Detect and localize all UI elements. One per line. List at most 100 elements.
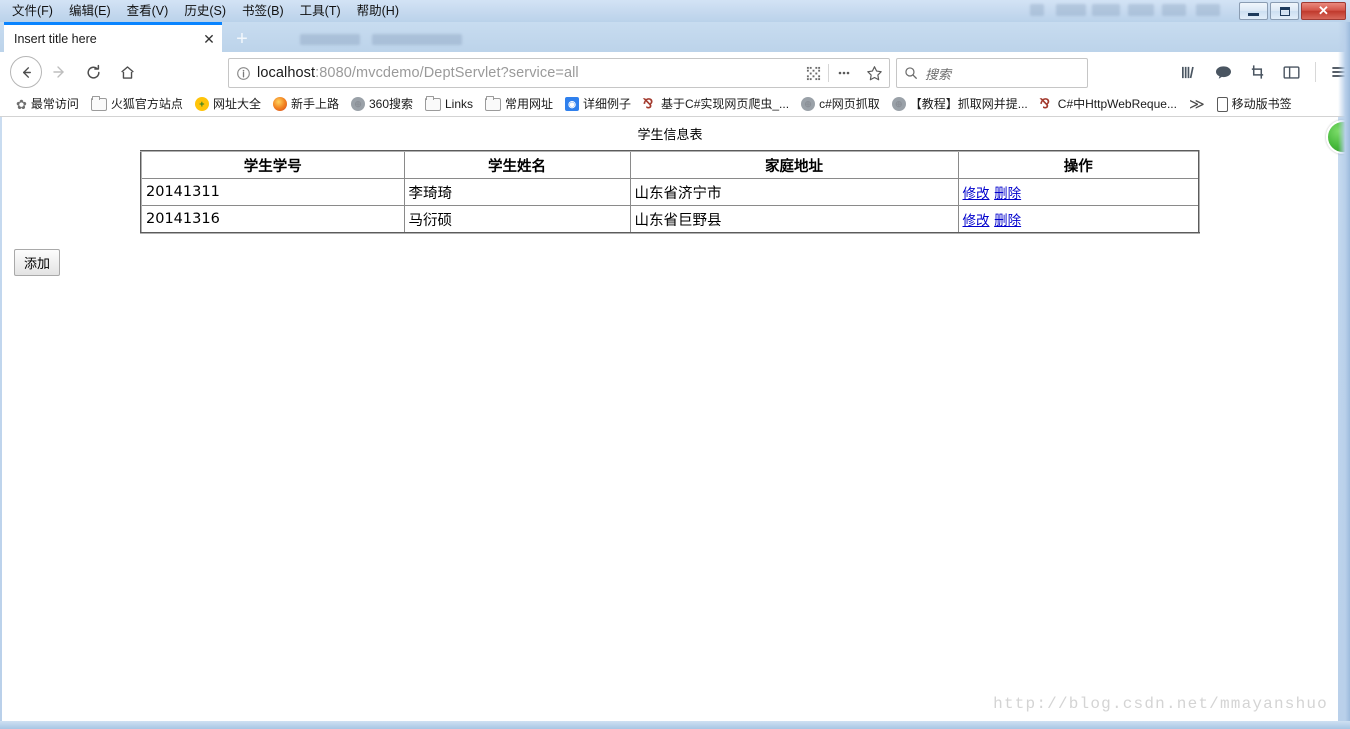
bookmark-label: 【教程】抓取网并提... (909, 97, 1028, 111)
reload-button[interactable] (76, 57, 110, 87)
page-content: 学生信息表 学生学号 学生姓名 家庭地址 操作 20141311 李琦琦 山东省… (2, 117, 1338, 721)
bookmark-httpwebrequest[interactable]: ⅋ C#中HttpWebReque... (1034, 94, 1183, 114)
new-tab-button[interactable]: + (230, 28, 254, 52)
column-header-student-name: 学生姓名 (403, 150, 631, 179)
bookmark-label: 网址大全 (212, 97, 261, 111)
menu-bookmarks[interactable]: 书签(B) (234, 2, 292, 21)
url-host: localhost (257, 65, 316, 81)
gear-icon: ✿ (16, 96, 27, 112)
close-button[interactable]: ✕ (1301, 2, 1346, 20)
globe-icon: ⊕ (350, 97, 365, 111)
globe-icon: ⊕ (801, 97, 816, 111)
title-bar: 文件(F) 编辑(E) 查看(V) 历史(S) 书签(B) 工具(T) 帮助(H… (0, 0, 1350, 22)
url-text[interactable]: localhost:8080/mvcdemo/DeptServlet?servi… (257, 65, 798, 81)
column-header-operations: 操作 (957, 150, 1200, 179)
minimize-button[interactable] (1239, 2, 1268, 20)
folder-icon (90, 95, 107, 111)
bookmark-tutorial-fetch[interactable]: ⊕ 【教程】抓取网并提... (886, 94, 1034, 114)
tabstrip-blur (300, 34, 360, 45)
column-header-student-id: 学生学号 (140, 150, 405, 179)
tab-label: Insert title here (14, 31, 97, 46)
star-icon[interactable] (859, 65, 889, 82)
bookmark-label: Links (445, 97, 474, 111)
bookmark-label: 360搜索 (368, 97, 413, 111)
url-path: :8080/mvcdemo/DeptServlet?service=all (315, 65, 579, 81)
bookmark-detailed-example[interactable]: ◉ 详细例子 (559, 94, 637, 114)
delete-link[interactable]: 删除 (994, 186, 1021, 202)
window-title-blur (1162, 4, 1186, 16)
bookmark-label: 火狐官方站点 (110, 97, 183, 111)
bookmark-label: 最常访问 (30, 97, 79, 111)
bookmark-label: C#中HttpWebReque... (1057, 97, 1177, 111)
plus-circle-icon: + (194, 97, 209, 111)
cell-student-name: 马衍硕 (403, 205, 631, 234)
globe-icon: ⊕ (891, 97, 906, 111)
search-box[interactable]: 搜索 (896, 58, 1088, 88)
bookmark-label: 移动版书签 (1231, 97, 1292, 111)
bookmark-label: 新手上路 (290, 97, 339, 111)
cell-address: 山东省巨野县 (629, 205, 959, 234)
add-button[interactable]: 添加 (14, 249, 61, 276)
chat-bubble-icon[interactable] (1209, 59, 1237, 85)
sidebar-icon[interactable] (1277, 59, 1305, 85)
blue-globe-icon: ◉ (565, 97, 580, 111)
window-title-blur (1030, 4, 1044, 16)
window-controls: ✕ (1239, 2, 1346, 20)
menu-history[interactable]: 历史(S) (176, 2, 234, 21)
search-placeholder: 搜索 (925, 66, 952, 82)
menu-view[interactable]: 查看(V) (119, 2, 177, 21)
bookmark-url-directory[interactable]: + 网址大全 (189, 94, 267, 114)
mobile-device-icon (1216, 96, 1228, 112)
bookmarks-overflow-button[interactable]: ≫ (1183, 95, 1211, 113)
qr-code-icon[interactable] (798, 66, 828, 81)
tab-insert-title-here[interactable]: Insert title here ✕ (4, 22, 222, 52)
window-right-border (1338, 22, 1350, 729)
bookmark-csharp-fetch[interactable]: ⊕ c#网页抓取 (795, 94, 886, 114)
ellipsis-icon[interactable] (829, 65, 859, 81)
table-row: 20141311 李琦琦 山东省济宁市 修改 删除 (140, 178, 1200, 206)
watermark: http://blog.csdn.net/mmayanshuo (993, 695, 1328, 713)
search-icon (897, 66, 925, 80)
bookmark-common-sites[interactable]: 常用网址 (479, 94, 559, 114)
menu-edit[interactable]: 编辑(E) (61, 2, 119, 21)
cell-student-id: 20141316 (140, 205, 405, 234)
info-icon[interactable] (229, 66, 257, 81)
menu-file[interactable]: 文件(F) (4, 2, 61, 21)
toolbar-divider (1315, 62, 1316, 82)
bookmark-360-search[interactable]: ⊕ 360搜索 (345, 94, 419, 114)
bookmark-mobile-bookmarks[interactable]: 移动版书签 (1211, 94, 1298, 114)
bookmark-label: 常用网址 (505, 97, 554, 111)
student-table: 学生学号 学生姓名 家庭地址 操作 20141311 李琦琦 山东省济宁市 修改… (140, 150, 1200, 234)
bookmark-firefox-official[interactable]: 火狐官方站点 (85, 94, 189, 114)
library-icon[interactable] (1175, 59, 1203, 85)
delete-link[interactable]: 删除 (994, 213, 1021, 229)
window-title-blur (1056, 4, 1086, 16)
window-title-blur (1196, 4, 1220, 16)
maximize-button[interactable] (1270, 2, 1299, 20)
table-row: 20141316 马衍硕 山东省巨野县 修改 删除 (140, 205, 1200, 234)
address-bar[interactable]: localhost:8080/mvcdemo/DeptServlet?servi… (228, 58, 890, 88)
edit-link[interactable]: 修改 (963, 186, 990, 202)
tab-close-icon[interactable]: ✕ (196, 26, 222, 52)
menu-tools[interactable]: 工具(T) (292, 2, 349, 21)
back-button[interactable] (10, 56, 42, 88)
cell-student-id: 20141311 (140, 178, 405, 206)
cell-address: 山东省济宁市 (629, 178, 959, 206)
edit-link[interactable]: 修改 (963, 213, 990, 229)
screenshot-icon[interactable] (1243, 59, 1271, 85)
bookmarks-bar: ✿ 最常访问 火狐官方站点 + 网址大全 新手上路 ⊕ 360搜索 Links … (0, 92, 1350, 117)
folder-icon (485, 95, 502, 111)
blog-icon: ⅋ (1039, 96, 1050, 111)
cell-operations: 修改 删除 (957, 178, 1200, 206)
menu-help[interactable]: 帮助(H) (349, 2, 407, 21)
window-bottom-border (0, 721, 1350, 729)
bookmark-label: 详细例子 (583, 97, 632, 111)
bookmark-beginner[interactable]: 新手上路 (267, 94, 345, 114)
forward-button[interactable] (42, 57, 76, 87)
cell-student-name: 李琦琦 (403, 178, 631, 206)
cell-operations: 修改 删除 (957, 205, 1200, 234)
bookmark-most-visited[interactable]: ✿ 最常访问 (10, 94, 85, 114)
bookmark-csharp-crawler[interactable]: ⅋ 基于C#实现网页爬虫_... (637, 94, 795, 114)
home-button[interactable] (110, 57, 144, 87)
bookmark-links[interactable]: Links (419, 94, 479, 114)
